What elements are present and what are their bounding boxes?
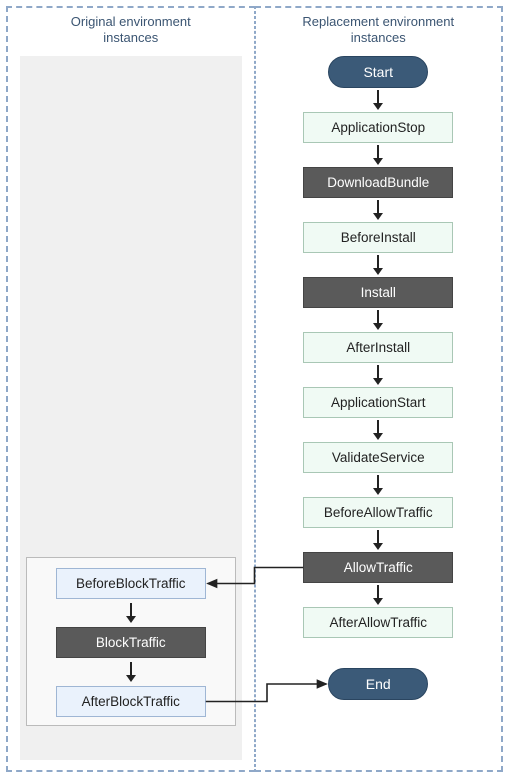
end-terminator: End	[328, 668, 428, 700]
original-env-title-line2: instances	[103, 30, 158, 45]
original-env-title-line1: Original environment	[71, 14, 191, 29]
node-application-stop: ApplicationStop	[303, 112, 453, 143]
replacement-flow: Start ApplicationStop DownloadBundle Bef…	[268, 56, 490, 700]
original-env-column: Original environment instances BeforeBlo…	[6, 6, 255, 772]
block-traffic-group: BeforeBlockTraffic BlockTraffic AfterBlo…	[26, 557, 236, 726]
node-validate-service: ValidateService	[303, 442, 453, 473]
replacement-env-title-line2: instances	[351, 30, 406, 45]
node-block-traffic: BlockTraffic	[56, 627, 206, 658]
original-env-title: Original environment instances	[71, 14, 191, 48]
replacement-env-title-line1: Replacement environment	[302, 14, 454, 29]
replacement-env-title: Replacement environment instances	[302, 14, 454, 48]
node-before-allow-traffic: BeforeAllowTraffic	[303, 497, 453, 528]
node-download-bundle: DownloadBundle	[303, 167, 453, 198]
replacement-env-column: Replacement environment instances Start …	[255, 6, 504, 772]
node-after-install: AfterInstall	[303, 332, 453, 363]
deployment-lifecycle-diagram: Original environment instances BeforeBlo…	[6, 6, 503, 772]
node-application-start: ApplicationStart	[303, 387, 453, 418]
original-env-body: BeforeBlockTraffic BlockTraffic AfterBlo…	[20, 56, 242, 760]
node-install: Install	[303, 277, 453, 308]
start-terminator: Start	[328, 56, 428, 88]
node-after-allow-traffic: AfterAllowTraffic	[303, 607, 453, 638]
node-allow-traffic: AllowTraffic	[303, 552, 453, 583]
node-before-block-traffic: BeforeBlockTraffic	[56, 568, 206, 599]
node-after-block-traffic: AfterBlockTraffic	[56, 686, 206, 717]
node-before-install: BeforeInstall	[303, 222, 453, 253]
